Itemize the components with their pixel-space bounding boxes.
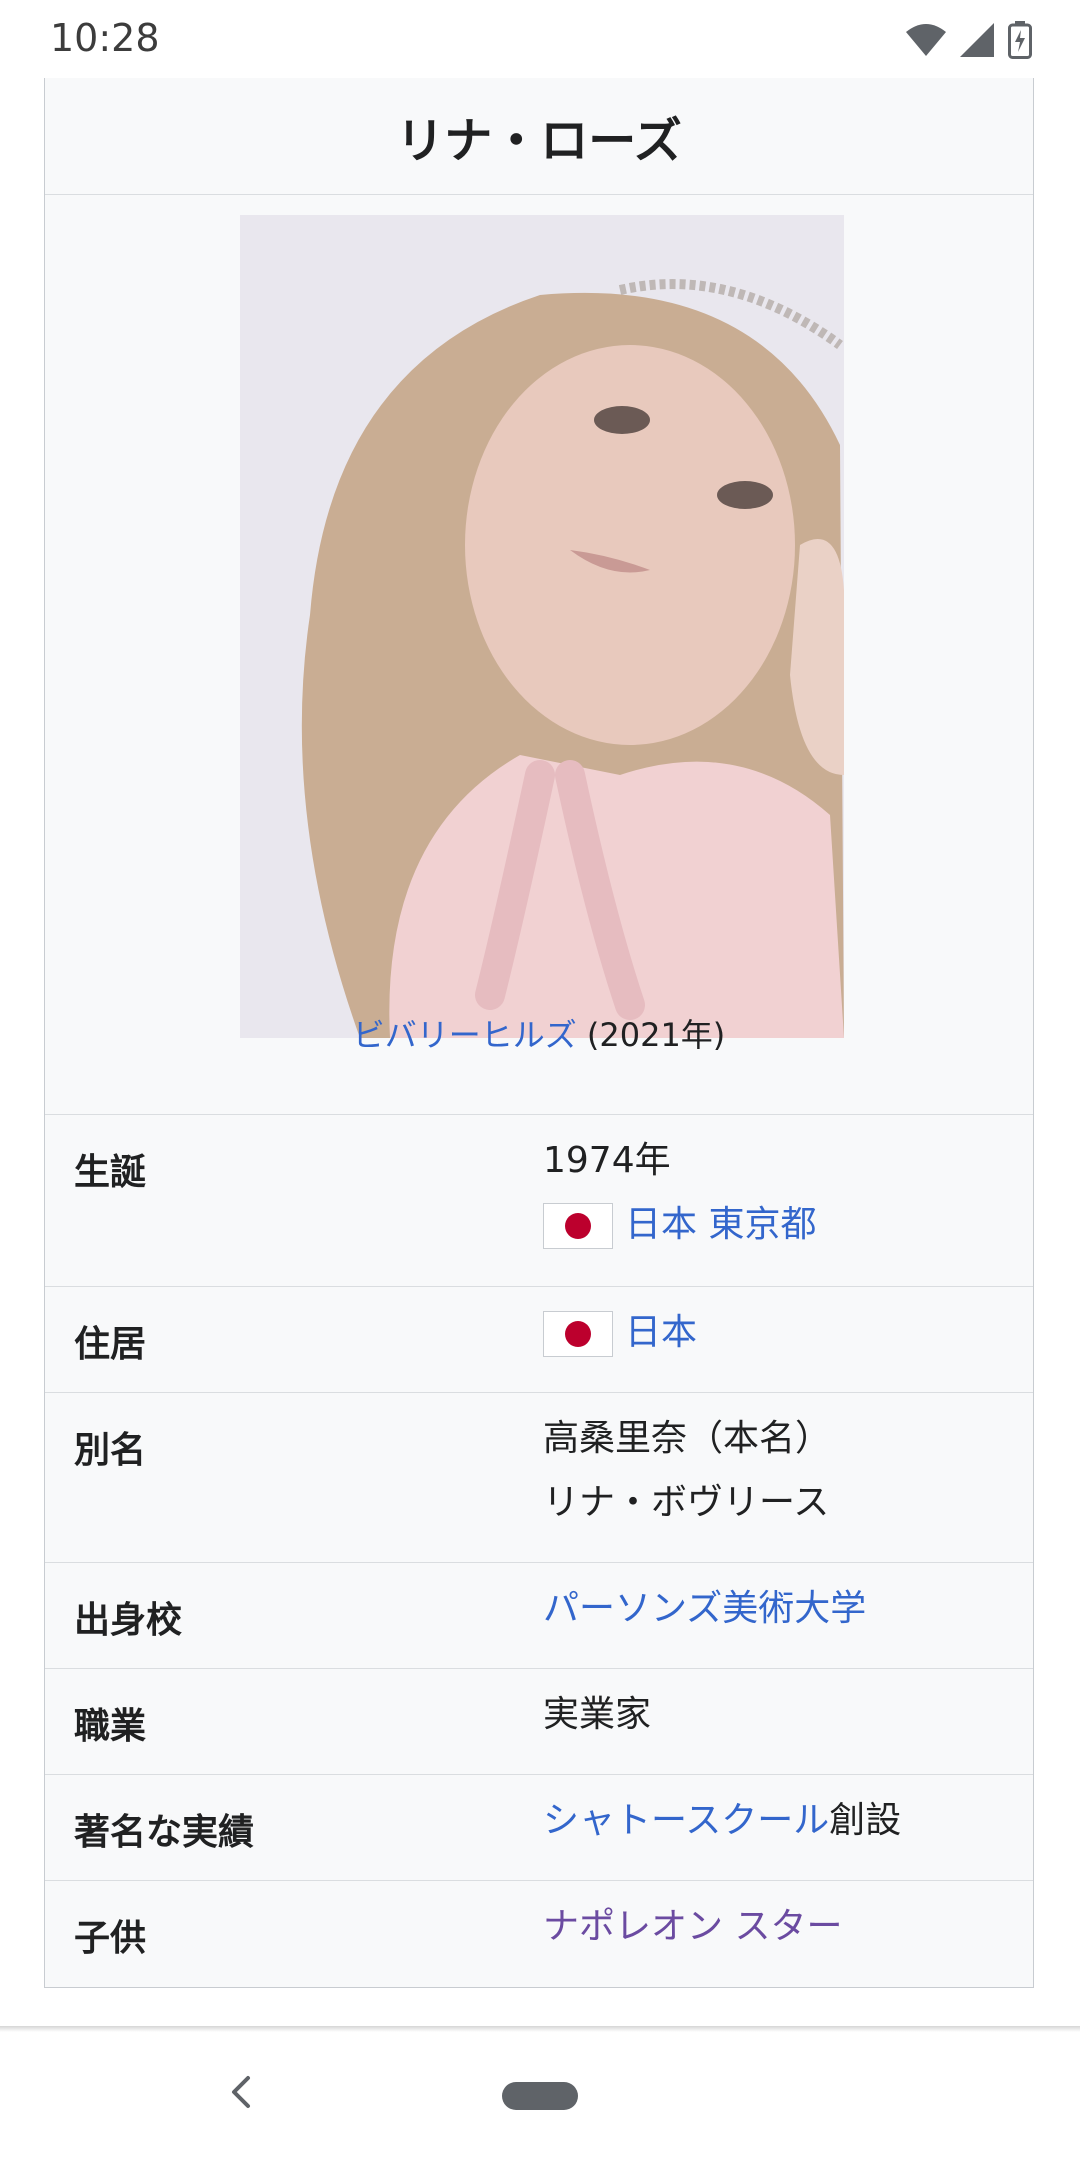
alias-line-2: リナ・ボヴリース bbox=[543, 1482, 830, 1523]
known-for-suffix: 創設 bbox=[829, 1800, 902, 1841]
row-value: 実業家 bbox=[543, 1694, 652, 1735]
row-children: 子供 ナポレオン スター bbox=[45, 1881, 1033, 1987]
link-tokyo[interactable]: 東京都 bbox=[708, 1204, 816, 1245]
portrait-image[interactable] bbox=[240, 215, 844, 1038]
alias-line-1: 高桑里奈（本名） bbox=[543, 1418, 832, 1459]
japan-flag-icon bbox=[543, 1311, 613, 1357]
navigation-bar bbox=[0, 2032, 1080, 2160]
infobox-title: リナ・ローズ bbox=[45, 78, 1033, 195]
row-alma-mater: 出身校 パーソンズ美術大学 bbox=[45, 1563, 1033, 1669]
row-label: 住居 bbox=[74, 1324, 147, 1365]
battery-icon bbox=[1008, 21, 1032, 59]
row-value: 日本 bbox=[543, 1273, 1033, 1392]
row-label: 出身校 bbox=[74, 1600, 183, 1641]
image-caption: ビバリーヒルズ (2021年) bbox=[45, 1010, 1033, 1056]
row-value: パーソンズ美術大学 bbox=[543, 1549, 1033, 1668]
row-birth: 生誕 1974年 日本 東京都 bbox=[45, 1115, 1033, 1287]
row-known-for: 著名な実績 シャトースクール創設 bbox=[45, 1775, 1033, 1881]
birth-year: 1974年 bbox=[543, 1140, 671, 1181]
row-residence: 住居 日本 bbox=[45, 1287, 1033, 1393]
row-label: 生誕 bbox=[74, 1152, 147, 1193]
row-value: シャトースクール創設 bbox=[543, 1761, 1033, 1880]
status-icons bbox=[906, 18, 1032, 62]
birth-place: 日本 東京都 bbox=[543, 1193, 1033, 1257]
home-pill-button[interactable] bbox=[502, 2082, 578, 2110]
infobox: リナ・ローズ ビバリーヒルズ (2021年) 生誕 1974年 日本 東京都 住… bbox=[44, 78, 1034, 1988]
status-bar: 10:28 bbox=[0, 0, 1080, 78]
signal-icon bbox=[960, 23, 994, 57]
back-icon[interactable] bbox=[222, 2072, 262, 2112]
row-occupation: 職業 実業家 bbox=[45, 1669, 1033, 1775]
row-label: 著名な実績 bbox=[74, 1812, 255, 1853]
row-value: 高桑里奈（本名） リナ・ボヴリース bbox=[543, 1379, 1033, 1562]
link-chateau-school[interactable]: シャトースクール bbox=[543, 1800, 829, 1841]
row-label: 子供 bbox=[74, 1918, 147, 1959]
caption-link-beverly-hills[interactable]: ビバリーヒルズ bbox=[353, 1016, 577, 1054]
caption-year: (2021年) bbox=[576, 1016, 726, 1054]
infobox-image-cell: ビバリーヒルズ (2021年) bbox=[45, 195, 1033, 1115]
status-time: 10:28 bbox=[50, 16, 160, 60]
row-label: 別名 bbox=[74, 1430, 147, 1471]
row-alias: 別名 高桑里奈（本名） リナ・ボヴリース bbox=[45, 1393, 1033, 1563]
link-japan[interactable]: 日本 bbox=[625, 1312, 697, 1353]
link-japan[interactable]: 日本 bbox=[625, 1204, 697, 1245]
row-label: 職業 bbox=[74, 1706, 147, 1747]
row-value: 1974年 日本 東京都 bbox=[543, 1101, 1033, 1286]
row-value: ナポレオン スター bbox=[543, 1867, 1033, 1987]
link-napoleon-star[interactable]: ナポレオン スター bbox=[543, 1906, 842, 1947]
wifi-icon bbox=[906, 24, 946, 56]
link-parsons[interactable]: パーソンズ美術大学 bbox=[543, 1588, 866, 1629]
japan-flag-icon bbox=[543, 1203, 613, 1249]
